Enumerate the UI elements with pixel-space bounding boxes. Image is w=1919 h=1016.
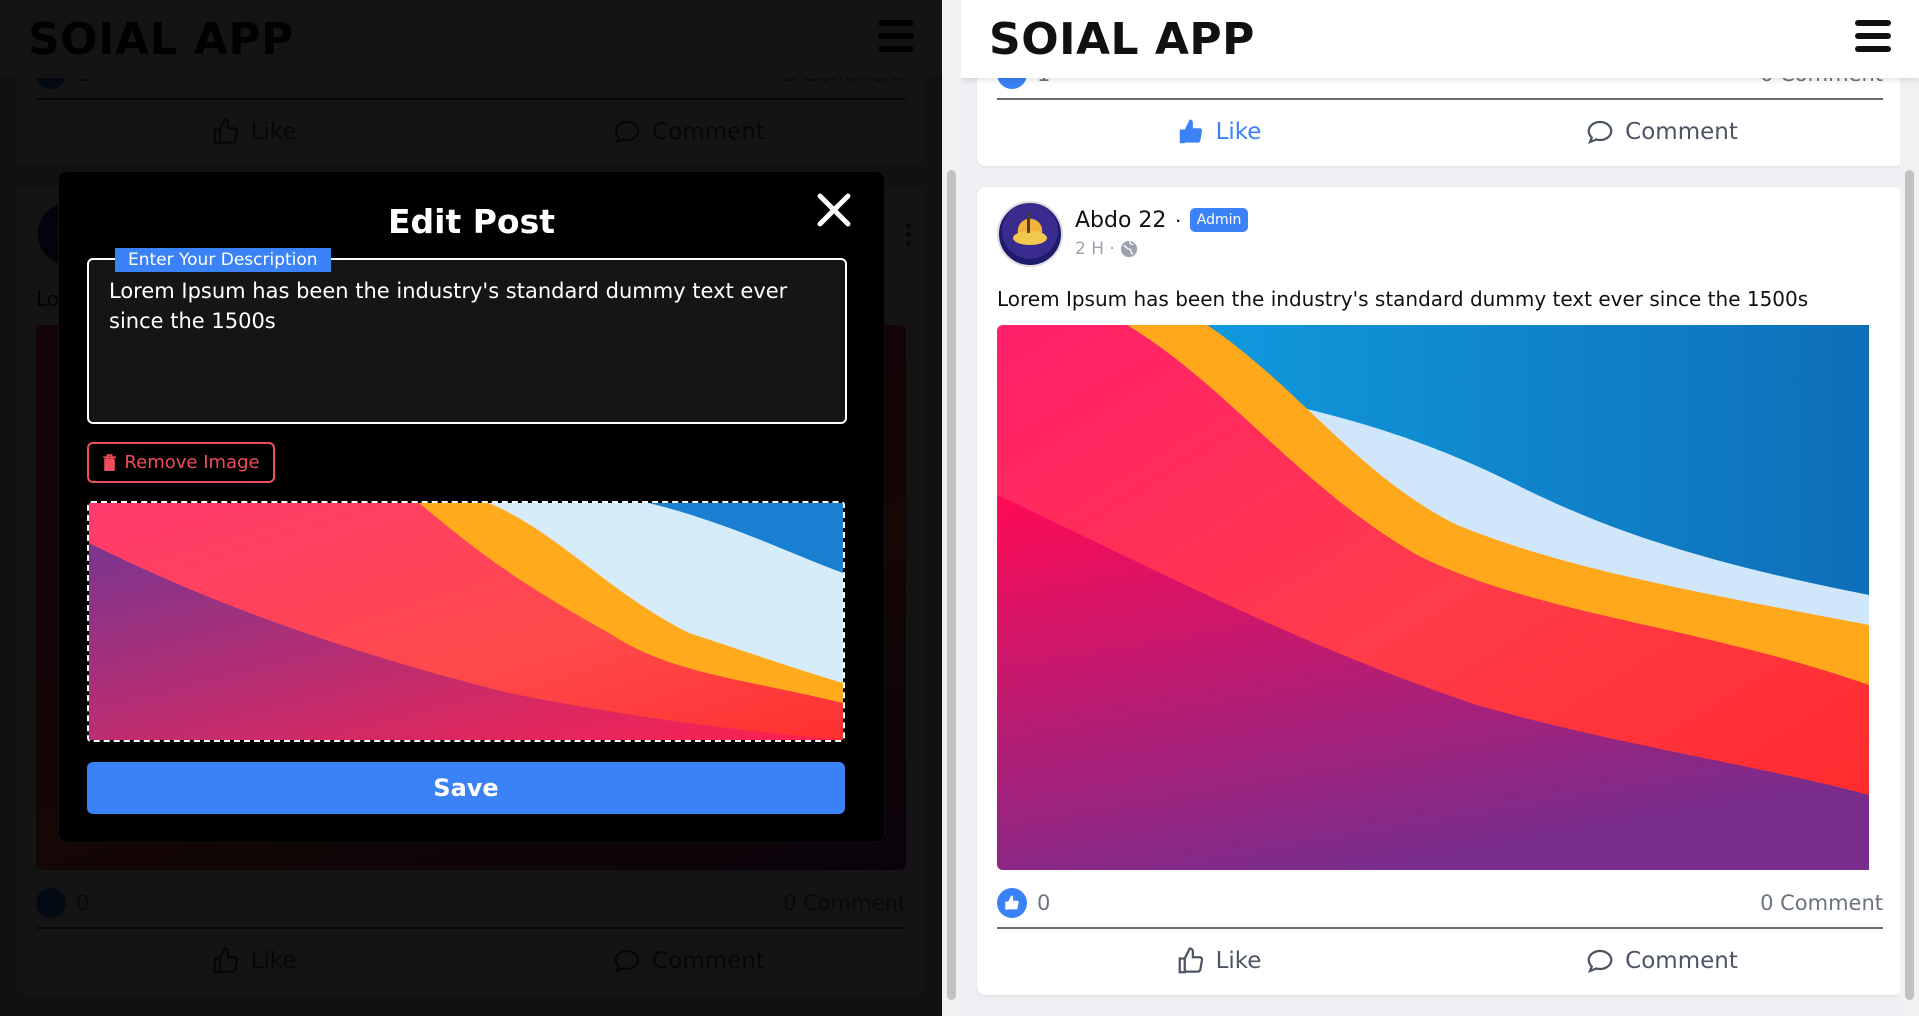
post-author: Abdo 22 · Admin 2 H · bbox=[997, 201, 1249, 267]
post-meta: 2 H · bbox=[1075, 239, 1248, 259]
remove-image-button[interactable]: Remove Image bbox=[87, 442, 275, 483]
post-actions: Like Comment bbox=[997, 102, 1883, 162]
like-count-icon bbox=[997, 888, 1027, 918]
post-text: Lorem Ipsum has been the industry's stan… bbox=[997, 287, 1809, 311]
comment-button[interactable]: Comment bbox=[1440, 102, 1883, 162]
like-button[interactable]: Like bbox=[997, 931, 1440, 991]
description-label: Enter Your Description bbox=[115, 248, 331, 272]
left-viewport: SOIAL APP 1 0 Comment Like Comment Lo 0 bbox=[0, 0, 942, 1016]
description-fieldset: Enter Your Description Lorem Ipsum has b… bbox=[87, 248, 847, 424]
author-name[interactable]: Abdo 22 bbox=[1075, 208, 1166, 233]
app-title: SOIAL APP bbox=[989, 14, 1255, 65]
name-separator: · bbox=[1174, 207, 1182, 232]
app-header: SOIAL APP bbox=[961, 0, 1919, 78]
post-card: Abdo 22 · Admin 2 H · Lorem Ipsum has be… bbox=[977, 187, 1903, 995]
like-count: 0 bbox=[1037, 891, 1051, 915]
comment-icon bbox=[1587, 120, 1613, 144]
edit-image-preview bbox=[87, 501, 845, 742]
divider bbox=[997, 927, 1883, 929]
right-viewport: SOIAL APP 1 0 Comment Like Comment Abdo … bbox=[961, 0, 1919, 1016]
comment-button[interactable]: Comment bbox=[1440, 931, 1883, 991]
post-image-art bbox=[997, 325, 1869, 870]
post-actions: Like Comment bbox=[997, 931, 1883, 991]
post-image bbox=[997, 325, 1883, 870]
comment-icon bbox=[1587, 949, 1613, 973]
scrollbar-right[interactable] bbox=[1900, 0, 1919, 1016]
modal-title: Edit Post bbox=[387, 202, 555, 241]
post-time: 2 H · bbox=[1075, 239, 1115, 259]
edit-post-modal: Edit Post Enter Your Description Lorem I… bbox=[59, 172, 884, 842]
close-icon[interactable] bbox=[814, 190, 854, 230]
globe-icon bbox=[1120, 240, 1137, 258]
scrollbar-thumb[interactable] bbox=[1905, 170, 1914, 1000]
thumbs-up-icon bbox=[1178, 947, 1203, 974]
like-label: Like bbox=[1215, 119, 1262, 145]
comment-label: Comment bbox=[1625, 948, 1738, 974]
like-label: Like bbox=[1215, 948, 1262, 974]
comment-label: Comment bbox=[1625, 119, 1738, 145]
comment-count[interactable]: 0 Comment bbox=[1760, 891, 1883, 915]
thumbs-up-icon bbox=[1179, 119, 1202, 144]
description-textarea[interactable]: Lorem Ipsum has been the industry's stan… bbox=[109, 276, 805, 336]
trash-icon bbox=[103, 454, 117, 471]
like-button[interactable]: Like bbox=[997, 102, 1440, 162]
scrollbar-thumb[interactable] bbox=[947, 170, 956, 1000]
admin-badge: Admin bbox=[1189, 208, 1249, 232]
divider bbox=[997, 98, 1883, 100]
save-button[interactable]: Save bbox=[87, 762, 845, 814]
scrollbar-left[interactable] bbox=[942, 0, 961, 1016]
avatar[interactable] bbox=[997, 201, 1063, 267]
remove-image-label: Remove Image bbox=[124, 452, 260, 473]
post-counts: 0 0 Comment bbox=[997, 885, 1883, 921]
hamburger-menu-icon[interactable] bbox=[1855, 20, 1891, 52]
